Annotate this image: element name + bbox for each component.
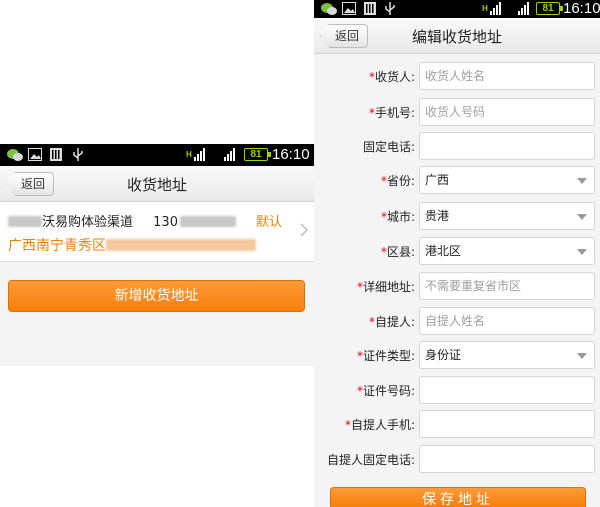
signal-icon-2 bbox=[518, 2, 529, 15]
battery-icon: 81 bbox=[244, 148, 271, 161]
address-list-screen: H 81 16:10 返回 收货地址 沃易购体验渠道 130 默认 广西南宁青秀… bbox=[0, 144, 314, 366]
save-address-button[interactable]: 保存地址 bbox=[330, 487, 586, 507]
form-row-province: *省份: 广西 bbox=[314, 166, 600, 194]
redacted-phone bbox=[179, 216, 236, 227]
form-row-pickup-landline: 自提人固定电话: bbox=[314, 445, 600, 473]
network-type-label: H bbox=[482, 4, 488, 13]
field-label: *证件类型: bbox=[356, 349, 415, 363]
form-row-district: *区县: 港北区 bbox=[314, 237, 600, 265]
pickup-person-input[interactable] bbox=[419, 307, 595, 335]
consignee-input[interactable] bbox=[419, 62, 595, 90]
chevron-down-icon bbox=[577, 249, 587, 255]
form-row-consignee: *收货人: bbox=[314, 62, 600, 90]
status-bar: H 81 16:10 bbox=[0, 144, 314, 166]
field-label: *手机号: bbox=[368, 106, 415, 120]
pickup-mobile-input[interactable] bbox=[419, 410, 595, 438]
add-address-button[interactable]: 新增收货地址 bbox=[8, 280, 305, 312]
usb-icon bbox=[72, 148, 84, 167]
field-label: *区县: bbox=[380, 245, 415, 259]
network-type-label: H bbox=[186, 150, 192, 159]
form-row-detail-address: *详细地址: bbox=[314, 272, 600, 300]
form-row-pickup-mobile: *自提人手机: bbox=[314, 410, 600, 438]
field-label: *自提人手机: bbox=[344, 418, 415, 432]
address-region-line: 广西南宁青秀区 bbox=[8, 235, 256, 255]
address-name: 沃易购体验渠道 bbox=[42, 215, 134, 230]
form-row-city: *城市: 贵港 bbox=[314, 202, 600, 230]
address-phone: 130 bbox=[153, 215, 178, 230]
page-title: 收货地址 bbox=[126, 176, 187, 194]
signal-icon bbox=[194, 148, 205, 161]
sim-icon bbox=[50, 148, 62, 166]
id-type-select[interactable]: 身份证 bbox=[419, 341, 595, 369]
image-icon bbox=[28, 148, 42, 166]
form-row-mobile: *手机号: bbox=[314, 98, 600, 126]
landline-input[interactable] bbox=[419, 132, 595, 160]
field-label: *城市: bbox=[380, 210, 415, 224]
chevron-down-icon bbox=[577, 178, 587, 184]
field-label: *证件号码: bbox=[356, 384, 415, 398]
form-row-pickup-person: *自提人: bbox=[314, 307, 600, 335]
clock: 16:10 bbox=[272, 146, 310, 163]
title-bar: 返回 收货地址 bbox=[0, 166, 314, 202]
chevron-down-icon bbox=[577, 214, 587, 220]
chevron-down-icon bbox=[577, 353, 587, 359]
redacted-name bbox=[8, 216, 42, 227]
status-bar: H 81 16:10 bbox=[314, 0, 600, 18]
pickup-landline-input[interactable] bbox=[419, 445, 595, 473]
field-label: *详细地址: bbox=[356, 280, 415, 294]
edit-address-screen: H 81 16:10 返回 编辑收货地址 *收货人: *手机号: 固定电话: *… bbox=[314, 0, 600, 507]
province-select[interactable]: 广西 bbox=[419, 166, 595, 194]
field-label: *收货人: bbox=[368, 70, 415, 84]
id-number-input[interactable] bbox=[419, 376, 595, 404]
address-region: 广西南宁青秀区 bbox=[8, 238, 106, 254]
district-select[interactable]: 港北区 bbox=[419, 237, 595, 265]
form-row-id-number: *证件号码: bbox=[314, 376, 600, 404]
form-row-landline: 固定电话: bbox=[314, 132, 600, 160]
battery-icon: 81 bbox=[536, 2, 563, 15]
detail-address-input[interactable] bbox=[419, 272, 595, 300]
field-label: 固定电话: bbox=[362, 140, 415, 154]
wechat-icon bbox=[6, 147, 24, 168]
signal-icon bbox=[490, 2, 501, 15]
city-select[interactable]: 贵港 bbox=[419, 202, 595, 230]
redacted-address bbox=[106, 239, 256, 251]
field-label: *省份: bbox=[380, 174, 415, 188]
signal-icon-2 bbox=[224, 148, 235, 161]
address-contact-line: 沃易购体验渠道 130 bbox=[8, 211, 236, 230]
field-label: 自提人固定电话: bbox=[326, 453, 415, 467]
field-label: *自提人: bbox=[368, 315, 415, 329]
mobile-input[interactable] bbox=[419, 98, 595, 126]
address-item[interactable]: 沃易购体验渠道 130 默认 广西南宁青秀区 bbox=[0, 202, 314, 262]
clock: 16:10 bbox=[563, 0, 600, 17]
chevron-right-icon bbox=[300, 222, 309, 241]
title-bar: 返回 编辑收货地址 bbox=[314, 18, 600, 54]
page-title: 编辑收货地址 bbox=[411, 28, 502, 46]
default-badge: 默认 bbox=[256, 215, 283, 230]
form-row-id-type: *证件类型: 身份证 bbox=[314, 341, 600, 369]
